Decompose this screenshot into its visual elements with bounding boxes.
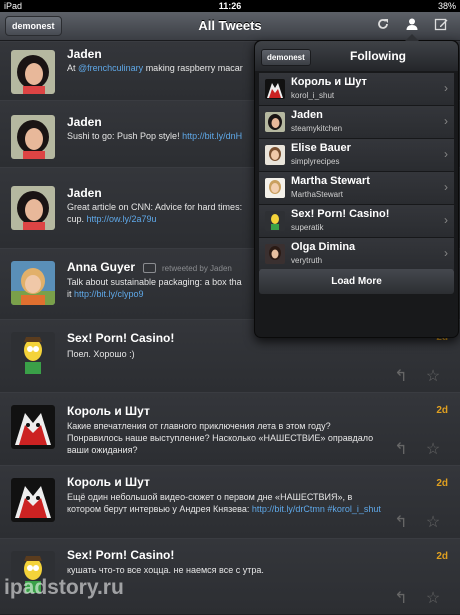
clock: 11:26 [218,1,242,11]
tweet-text: Какие впечатления от главного приключени… [67,421,374,455]
reply-icon[interactable]: ↰ [390,514,412,532]
tweet-author[interactable]: Jaden [67,186,102,200]
chevron-right-icon: › [444,213,448,227]
navigation-bar: All Tweets demonest [0,12,460,41]
avatar[interactable] [11,478,55,522]
compose-icon[interactable] [431,17,451,35]
tweet-author[interactable]: Sex! Porn! Casino! [67,548,174,562]
retweet-icon [143,262,157,273]
chevron-right-icon: › [444,81,448,95]
tweet-text: Поел. Хорошо :) [67,349,135,359]
following-handle: simplyrecipes [291,157,340,166]
avatar[interactable] [11,186,55,230]
chevron-right-icon: › [444,246,448,260]
avatar[interactable] [11,50,55,94]
load-more-button[interactable]: Load More [259,269,454,294]
watermark: ipadstory.ru [4,576,124,599]
tweet-link[interactable]: http://bit.ly/clypo9 [74,289,144,299]
following-name: Jaden [291,109,323,121]
following-item[interactable]: Sex! Porn! Casino! superatik › [259,205,454,238]
following-handle: steamykitchen [291,124,343,133]
tweet-link[interactable]: http://bit.ly/dnH [182,131,242,141]
tweet-actions: ↰ ☆ [390,590,450,608]
avatar[interactable] [11,332,55,376]
star-icon[interactable]: ☆ [422,368,444,386]
avatar [265,112,285,132]
tweet-actions: ↰ ☆ [390,441,450,459]
following-name: Olga Dimina [291,241,356,253]
retweet-label: retweeted by Jaden [162,264,232,273]
refresh-icon[interactable] [373,17,393,35]
avatar [265,79,285,99]
popover-title: Following [350,49,406,63]
account-button[interactable]: demonest [5,16,62,36]
avatar [265,145,285,165]
avatar [265,178,285,198]
following-item[interactable]: Jaden steamykitchen › [259,106,454,139]
following-handle: verytruth [291,256,323,265]
popover-header: demonest Following [255,41,458,71]
reply-icon[interactable]: ↰ [390,368,412,386]
tweet-actions: ↰ ☆ [390,514,450,532]
reply-icon[interactable]: ↰ [390,590,412,608]
following-name: Sex! Porn! Casino! [291,208,390,220]
tweet-author[interactable]: Jaden [67,115,102,129]
avatar[interactable] [11,261,55,305]
tweet-author[interactable]: Король и Шут [67,404,150,418]
avatar[interactable] [11,405,55,449]
tweet-time: 2d [436,405,448,416]
following-icon[interactable] [402,17,422,35]
tweet-author[interactable]: Король и Шут [67,475,150,489]
following-handle: superatik [291,223,324,232]
tweet-text: Ещё один небольшой видео-сюжет о первом … [67,492,381,514]
status-bar: iPad 11:26 38% [0,0,460,12]
following-item[interactable]: Elise Bauer simplyrecipes › [259,139,454,172]
following-handle: MarthaStewart [291,190,344,199]
star-icon[interactable]: ☆ [422,590,444,608]
tweet-text: Great article on CNN: Advice for hard ti… [67,202,243,224]
tweet-actions: ↰ ☆ [390,368,450,386]
tweet-row[interactable]: Король и Шут Какие впечатления от главно… [0,392,460,466]
tweet-author[interactable]: Sex! Porn! Casino! [67,331,174,345]
following-name: Король и Шут [291,76,367,88]
tweet-text: кушать что-то все хоцца. не наемся все с… [67,565,264,575]
tweet-time: 2d [436,478,448,489]
tweet-link[interactable]: http://bit.ly/drCtmn #korol_i_shut [252,504,381,514]
mention-link[interactable]: @frenchculinary [78,63,143,73]
chevron-right-icon: › [444,147,448,161]
chevron-right-icon: › [444,180,448,194]
tweet-time: 2d [436,551,448,562]
star-icon[interactable]: ☆ [422,441,444,459]
following-name: Martha Stewart [291,175,370,187]
tweet-author[interactable]: Jaden [67,47,102,61]
popover-arrow [405,34,419,41]
star-icon[interactable]: ☆ [422,514,444,532]
tweet-row[interactable]: Король и Шут Ещё один небольшой видео-сю… [0,465,460,539]
following-handle: korol_i_shut [291,91,335,100]
following-item[interactable]: Король и Шут korol_i_shut › [259,73,454,106]
following-item[interactable]: Martha Stewart MarthaStewart › [259,172,454,205]
following-popover: demonest Following Король и Шут korol_i_… [254,34,459,338]
avatar[interactable] [11,115,55,159]
following-name: Elise Bauer [291,142,351,154]
chevron-right-icon: › [444,114,448,128]
tweet-text: Talk about sustainable packaging: a box … [67,277,242,299]
tweet-author[interactable]: Anna Guyer retweeted by Jaden [67,260,232,274]
avatar [265,211,285,231]
tweet-link[interactable]: http://ow.ly/2a79u [87,214,157,224]
following-item[interactable]: Olga Dimina verytruth › [259,238,454,271]
avatar [265,244,285,264]
battery-level: 38% [437,1,456,11]
reply-icon[interactable]: ↰ [390,441,412,459]
